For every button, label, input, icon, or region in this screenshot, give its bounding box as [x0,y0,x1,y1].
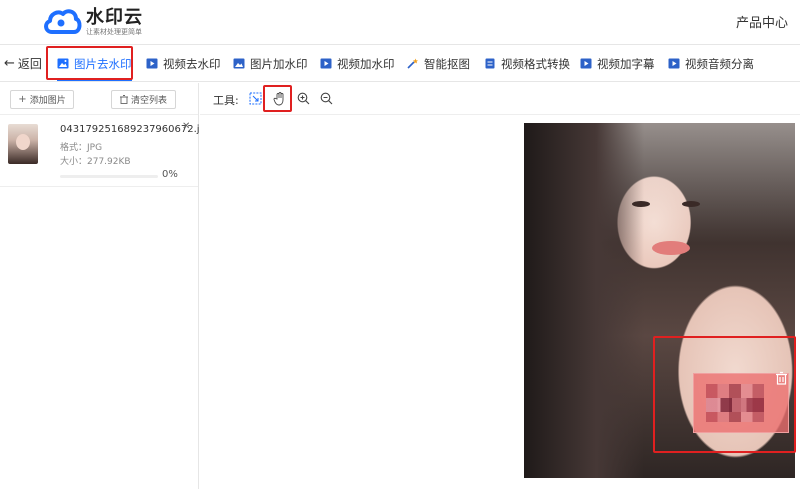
file-thumbnail [8,124,38,164]
tab-video-audio-separate[interactable]: 视频音频分离 [668,45,754,82]
file-progress-bar [60,175,158,178]
tab-video-add-subtitle[interactable]: 视频加字幕 [580,45,655,82]
tab-video-format-convert[interactable]: 视频格式转换 [484,45,570,82]
logo[interactable]: 水印云 让素材处理更简单 [42,6,143,38]
highlight-watermark-area [653,336,796,453]
file-list-item[interactable]: 043179251689237960672.jpg 格式：JPG 大小：277.… [0,115,212,187]
tab-label: 图片加水印 [250,56,308,71]
add-image-button[interactable]: + 添加图片 [10,90,74,109]
plus-icon: + [18,94,27,105]
file-format: 格式：JPG [60,143,103,153]
zoom-out-icon[interactable] [319,91,334,106]
tab-label: 视频去水印 [163,56,221,71]
tab-smart-cutout[interactable]: 智能抠图 [407,45,470,82]
tab-video-remove-watermark[interactable]: 视频去水印 [146,45,221,82]
photo-eye-left [632,201,650,207]
trash-icon [119,95,128,104]
image-icon [233,58,245,69]
magic-wand-icon [407,58,418,69]
video-icon [668,58,680,69]
select-region-icon[interactable] [248,91,263,106]
cloud-logo-icon [44,9,82,34]
file-size: 大小：277.92KB [60,157,131,167]
editor-toolbar: 工具: [200,83,800,115]
highlight-hand-tool [263,85,292,112]
tab-label: 视频音频分离 [685,56,754,71]
photo-lips [652,241,690,255]
add-image-label: 添加图片 [29,96,66,106]
photo-eye-right [682,201,700,207]
progress-percent: 0% [162,169,178,180]
back-button[interactable]: ← 返回 [4,55,42,72]
tab-label: 视频格式转换 [501,56,570,71]
app-header: 水印云 让素材处理更简单 产品中心 [0,0,800,44]
logo-slogan: 让素材处理更简单 [86,27,142,36]
tab-video-add-watermark[interactable]: 视频加水印 [320,45,395,82]
video-icon [320,58,332,69]
arrow-left-icon: ← [4,56,15,71]
remove-file-icon[interactable]: ✕ [182,121,190,132]
tools-label: 工具: [213,94,239,107]
product-center-link[interactable]: 产品中心 [736,12,788,31]
file-convert-icon [485,58,495,69]
clear-list-button[interactable]: 清空列表 [111,90,176,109]
tab-label: 视频加字幕 [597,56,655,71]
back-label: 返回 [17,57,42,71]
logo-title: 水印云 [86,6,143,28]
highlight-active-tab [46,46,133,80]
photo-hair [524,123,644,478]
clear-list-label: 清空列表 [130,96,167,106]
tab-image-add-watermark[interactable]: 图片加水印 [233,45,308,82]
tab-label: 视频加水印 [337,56,395,71]
video-icon [580,58,592,69]
sidebar-toolbar: + 添加图片 清空列表 [0,83,198,115]
tab-label: 智能抠图 [424,56,470,71]
file-sidebar: + 添加图片 清空列表 043179251689237960672.jpg 格式… [0,83,212,489]
zoom-in-icon[interactable] [296,91,311,106]
video-icon [146,58,158,69]
